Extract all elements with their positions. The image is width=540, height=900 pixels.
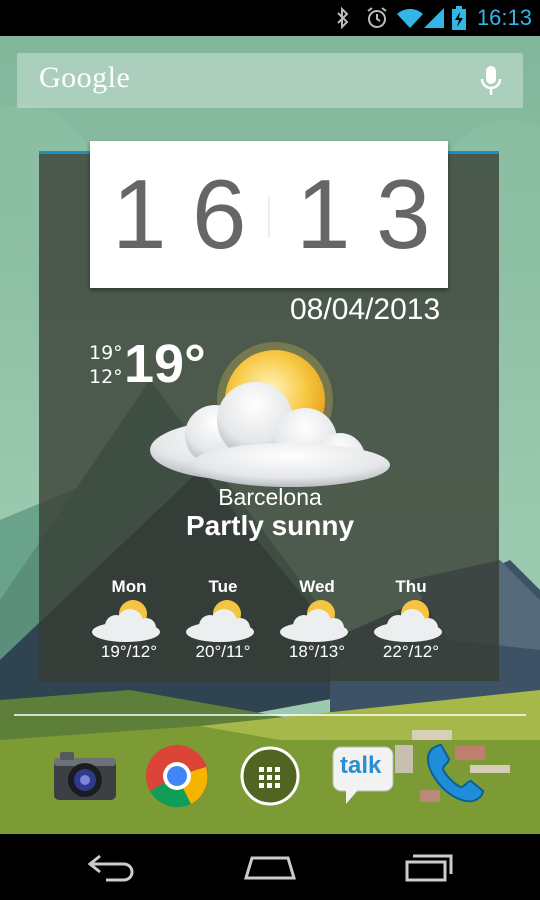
forecast-temps-mon: 19°/12° (100, 642, 158, 661)
clock-hour-tens: 1 (112, 159, 167, 269)
talk-app[interactable]: talk (332, 746, 394, 806)
partly-sunny-icon (92, 600, 160, 642)
phone-icon[interactable] (423, 741, 489, 807)
partly-sunny-icon (186, 600, 254, 642)
navigation-bar (0, 834, 540, 900)
forecast-day-tue: Tue (208, 577, 238, 596)
mic-icon[interactable] (479, 65, 503, 97)
city-name: Barcelona (218, 484, 322, 510)
camera-icon[interactable] (52, 748, 118, 804)
back-icon[interactable] (86, 850, 138, 884)
clock-separator (268, 196, 270, 238)
clock-minute-ones: 3 (376, 159, 431, 269)
recent-apps-icon[interactable] (403, 850, 455, 884)
battery-charging-icon (452, 6, 466, 30)
clock-minute-tens: 1 (296, 159, 351, 269)
partly-sunny-icon (280, 600, 348, 642)
alarm-icon (367, 7, 387, 28)
chrome-icon[interactable] (144, 743, 210, 809)
clock-hour-ones: 6 (192, 159, 247, 269)
status-bar: 16:13 (0, 0, 540, 36)
forecast-temps-tue: 20°/11° (195, 642, 251, 661)
temp-high: 19° (89, 342, 123, 364)
wifi-icon (397, 8, 423, 28)
temp-low: 12° (89, 366, 123, 388)
forecast-day-mon: Mon (111, 577, 147, 596)
google-search-bar[interactable]: Google (17, 53, 523, 108)
forecast-day-thu: Thu (395, 577, 427, 596)
app-drawer-icon[interactable] (239, 745, 301, 807)
dock-divider (14, 714, 526, 716)
weather-condition: Partly sunny (185, 510, 355, 541)
forecast-temps-thu: 22°/12° (382, 642, 440, 661)
bluetooth-icon (337, 6, 349, 30)
date-label: 08/04/2013 (290, 293, 441, 326)
home-icon[interactable] (242, 850, 298, 884)
google-logo[interactable]: Google (39, 61, 130, 95)
clock-card[interactable]: 1 6 1 3 (90, 141, 448, 288)
partly-sunny-icon (374, 600, 442, 642)
forecast-temps-wed: 18°/13° (288, 642, 346, 661)
home-screen: 16:13 Google 1 6 1 3 08/04/2013 19° 12° … (0, 0, 540, 900)
status-clock: 16:13 (476, 5, 532, 30)
talk-label: talk (340, 752, 382, 779)
forecast-day-wed: Wed (299, 577, 335, 596)
partly-sunny-icon (150, 342, 390, 487)
signal-icon (424, 8, 444, 28)
